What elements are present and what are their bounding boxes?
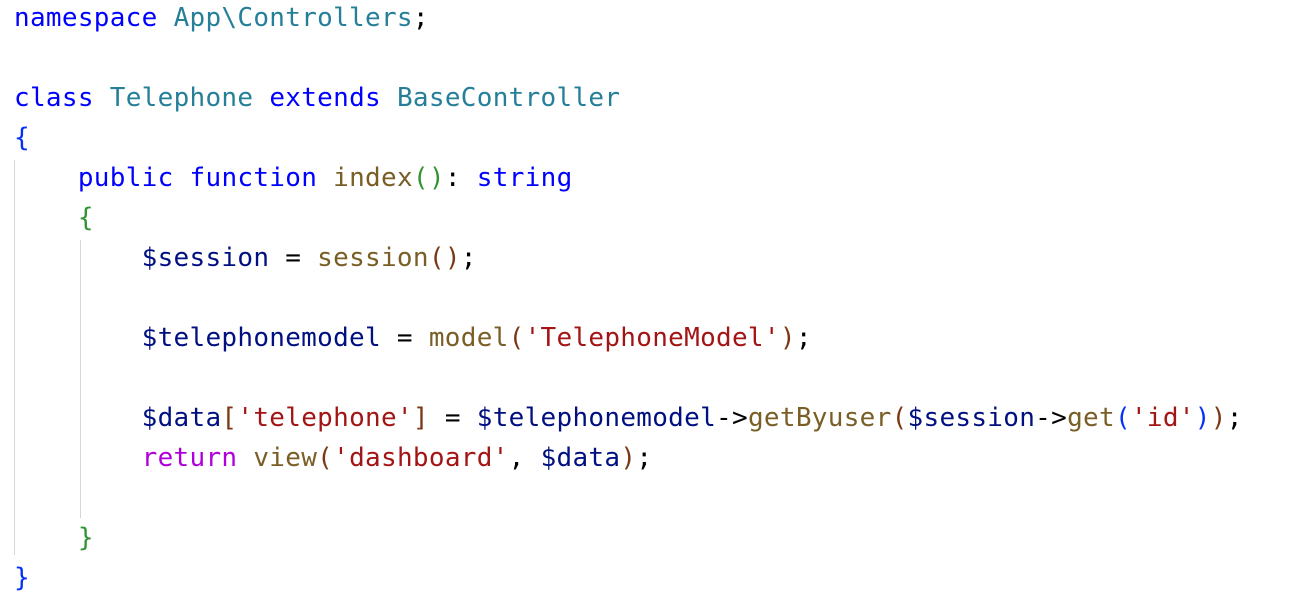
code-line-5: public function index(): string (14, 158, 573, 198)
return-type-string: string (476, 163, 573, 193)
keyword-namespace: namespace (14, 3, 158, 33)
base-class-name: BaseController (396, 83, 621, 113)
paren-open: ( (891, 403, 908, 433)
method-get: get (1067, 403, 1115, 433)
code-editor[interactable]: namespace App\Controllers; class Telepho… (0, 0, 1294, 595)
function-model: model (428, 323, 509, 353)
paren-open: ( (317, 443, 334, 473)
paren-close: ) (620, 443, 637, 473)
semicolon: ; (460, 243, 477, 273)
code-line-15: } (14, 558, 30, 598)
keyword-extends: extends (269, 83, 381, 113)
function-view: view (253, 443, 318, 473)
keyword-return: return (141, 443, 238, 473)
bracket-open: [ (221, 403, 238, 433)
variable-telephonemodel: $telephonemodel (476, 403, 717, 433)
method-getbyuser: getByuser (747, 403, 892, 433)
code-line-12: return view('dashboard', $data); (14, 438, 652, 478)
variable-telephonemodel: $telephonemodel (141, 323, 381, 353)
class-name: Telephone (109, 83, 254, 113)
string-telephonemodel: 'TelephoneModel' (524, 323, 780, 353)
assign-operator: = (380, 323, 429, 353)
comma: , (508, 443, 541, 473)
colon: : (444, 163, 461, 193)
code-line-11: $data['telephone'] = $telephonemodel->ge… (14, 398, 1243, 438)
assign-operator: = (269, 243, 318, 273)
variable-session: $session (141, 243, 270, 273)
keyword-class: class (14, 83, 94, 113)
string-id: 'id' (1130, 403, 1195, 433)
class-brace-close: } (14, 563, 30, 593)
paren-open: ( (508, 323, 525, 353)
paren-close: ) (779, 323, 796, 353)
function-name-index: index (333, 163, 413, 193)
code-line-7: $session = session(); (14, 238, 477, 278)
string-dashboard: 'dashboard' (333, 443, 509, 473)
assign-operator: = (428, 403, 477, 433)
semicolon: ; (412, 3, 429, 33)
paren-open: ( (412, 163, 429, 193)
variable-data: $data (540, 443, 621, 473)
semicolon: ; (636, 443, 653, 473)
semicolon: ; (1226, 403, 1243, 433)
paren-close: ) (444, 243, 461, 273)
class-brace-open: { (14, 123, 30, 153)
variable-session: $session (907, 403, 1036, 433)
arrow-operator: -> (716, 403, 748, 433)
paren-open-inner: ( (1114, 403, 1131, 433)
code-line-14: } (14, 518, 94, 558)
code-line-6: { (14, 198, 94, 238)
keyword-function: function (189, 163, 318, 193)
arrow-operator: -> (1035, 403, 1068, 433)
semicolon: ; (795, 323, 812, 353)
bracket-close: ] (412, 403, 429, 433)
code-line-1: namespace App\Controllers; (14, 0, 429, 38)
paren-close: ) (428, 163, 445, 193)
method-brace-close: } (77, 523, 94, 553)
variable-data: $data (141, 403, 222, 433)
paren-open: ( (428, 243, 445, 273)
namespace-name: App\Controllers (173, 3, 413, 33)
string-telephone-key: 'telephone' (237, 403, 413, 433)
keyword-public: public (77, 163, 174, 193)
code-line-9: $telephonemodel = model('TelephoneModel'… (14, 318, 812, 358)
function-session: session (317, 243, 429, 273)
method-brace-open: { (77, 203, 94, 233)
code-line-4: { (14, 118, 30, 158)
paren-close-inner: ) (1194, 403, 1211, 433)
code-line-3: class Telephone extends BaseController (14, 78, 620, 118)
paren-close: ) (1210, 403, 1227, 433)
